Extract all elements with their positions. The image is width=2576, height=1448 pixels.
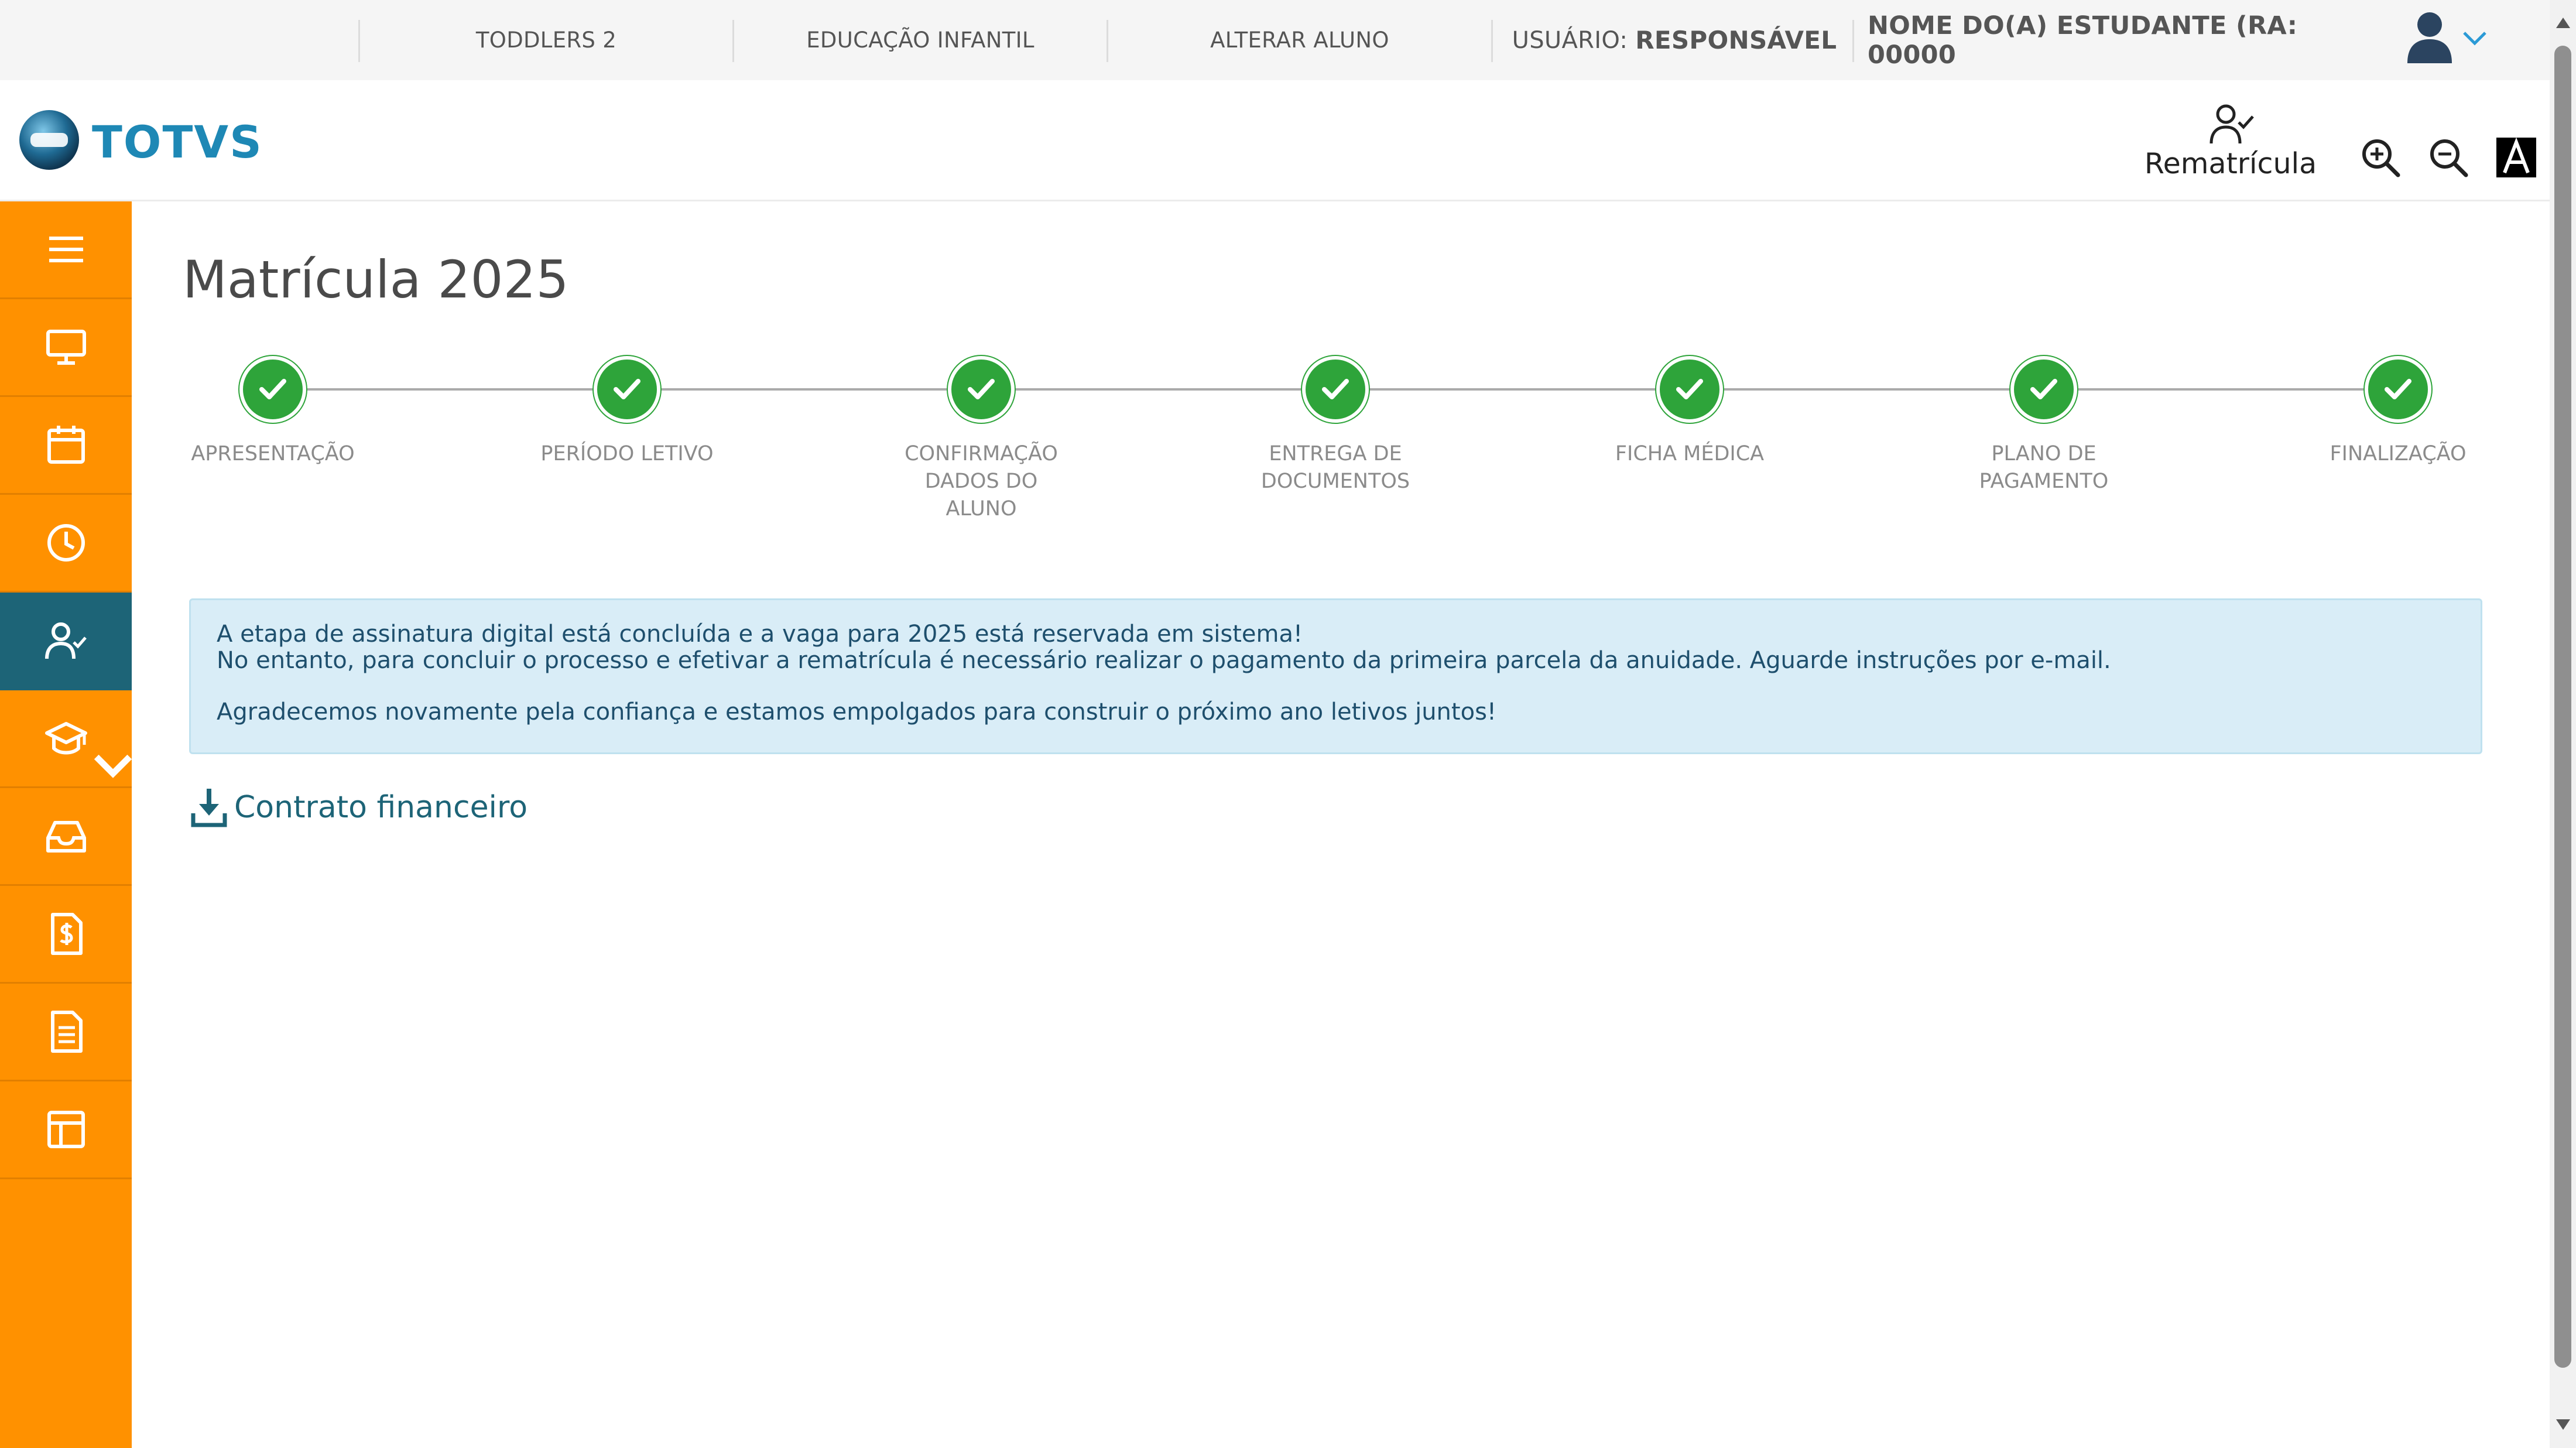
layout-icon xyxy=(47,1111,85,1148)
checkmark-icon xyxy=(259,379,286,399)
step-label: PERÍODO LETIVO xyxy=(540,442,714,465)
step-complete-indicator xyxy=(239,356,306,423)
step-label: APRESENTAÇÃO xyxy=(191,442,355,465)
zoom-out-icon[interactable] xyxy=(2427,136,2469,179)
graduation-cap-icon xyxy=(44,722,87,755)
scroll-down-icon[interactable] xyxy=(2555,1418,2571,1431)
sidebar xyxy=(0,201,132,1448)
step-6[interactable]: PLANO DE PAGAMENTO xyxy=(1938,351,2149,495)
contract-download-link[interactable]: Contrato financeiro xyxy=(191,787,527,828)
class-selector[interactable]: TODDLERS 2 xyxy=(360,0,732,80)
step-label: CONFIRMAÇÃO DADOS DO ALUNO xyxy=(905,442,1058,521)
user-info: USUÁRIO: RESPONSÁVEL xyxy=(1499,0,1850,80)
zoom-in-icon[interactable] xyxy=(2359,136,2402,179)
menu-icon xyxy=(49,237,83,262)
chevron-down-icon[interactable] xyxy=(2461,29,2488,47)
calendar-icon xyxy=(47,426,85,464)
step-label: ENTREGA DE DOCUMENTOS xyxy=(1260,442,1410,493)
step-7[interactable]: FINALIZAÇÃO xyxy=(2293,351,2503,468)
step-label: FINALIZAÇÃO xyxy=(2330,442,2467,465)
user-role: RESPONSÁVEL xyxy=(1635,26,1837,54)
sidebar-item-calendar[interactable] xyxy=(0,397,132,495)
sidebar-item-academic[interactable] xyxy=(0,690,132,788)
checkmark-icon xyxy=(2385,379,2411,399)
rematricula-label: Rematrícula xyxy=(2144,147,2317,180)
enrollment-stepper: APRESENTAÇÃO PERÍODO LETIVO CONFIRMAÇÃO DA… xyxy=(164,351,2494,527)
invoice-dollar-icon xyxy=(50,913,83,955)
sidebar-item-reports[interactable] xyxy=(0,984,132,1081)
step-complete-indicator xyxy=(2010,356,2077,423)
contrast-icon[interactable] xyxy=(2495,136,2537,179)
document-list-icon xyxy=(50,1011,83,1053)
step-5[interactable]: FICHA MÉDICA xyxy=(1584,351,1795,468)
checkmark-icon xyxy=(614,379,640,399)
step-3[interactable]: CONFIRMAÇÃO DADOS DO ALUNO xyxy=(876,351,1087,523)
header: TOTVS Rematrícula xyxy=(0,80,2550,201)
separator xyxy=(1491,20,1493,62)
rematricula-button[interactable]: Rematrícula xyxy=(2143,101,2318,183)
checkmark-icon xyxy=(1676,379,1703,399)
sidebar-item-financial[interactable] xyxy=(0,886,132,984)
step-label: FICHA MÉDICA xyxy=(1615,442,1765,465)
scrollbar[interactable] xyxy=(2550,0,2576,1448)
step-label: PLANO DE PAGAMENTO xyxy=(1979,442,2109,493)
user-check-icon xyxy=(2210,104,2254,144)
sidebar-item-schedule[interactable] xyxy=(0,495,132,593)
checkmark-icon xyxy=(2030,379,2057,399)
download-icon xyxy=(191,789,227,827)
inbox-icon xyxy=(46,821,86,853)
step-complete-indicator xyxy=(594,356,660,423)
contract-link-label: Contrato financeiro xyxy=(234,790,528,825)
totvs-logo[interactable]: TOTVS xyxy=(19,107,259,173)
page-title: Matrícula 2025 xyxy=(183,249,569,310)
monitor-icon xyxy=(46,330,86,365)
step-complete-indicator xyxy=(948,356,1015,423)
change-student-button[interactable]: ALTERAR ALUNO xyxy=(1108,0,1491,80)
user-check-icon xyxy=(44,622,87,659)
scroll-up-icon[interactable] xyxy=(2555,16,2571,29)
sidebar-item-dashboard[interactable] xyxy=(0,299,132,397)
checkmark-icon xyxy=(968,379,995,399)
step-1[interactable]: APRESENTAÇÃO xyxy=(167,351,378,468)
step-complete-indicator xyxy=(1302,356,1369,423)
sidebar-item-inbox[interactable] xyxy=(0,788,132,886)
info-line-1: A etapa de assinatura digital está concl… xyxy=(217,621,1303,648)
sidebar-item-layout[interactable] xyxy=(0,1081,132,1179)
checkmark-icon xyxy=(1322,379,1349,399)
user-prefix: USUÁRIO: xyxy=(1512,26,1628,54)
step-complete-indicator xyxy=(2365,356,2431,423)
chevron-down-icon xyxy=(94,754,132,778)
user-avatar-icon[interactable] xyxy=(2400,7,2459,66)
sidebar-item-rematricula[interactable] xyxy=(0,593,132,690)
step-complete-indicator xyxy=(1656,356,1723,423)
step-4[interactable]: ENTREGA DE DOCUMENTOS xyxy=(1230,351,1441,495)
separator xyxy=(1852,20,1854,62)
top-bar: TODDLERS 2 EDUCAÇÃO INFANTIL ALTERAR ALU… xyxy=(0,0,2550,80)
info-line-3: Agradecemos novamente pela confiança e e… xyxy=(217,699,1496,725)
step-2[interactable]: PERÍODO LETIVO xyxy=(522,351,732,468)
segment-selector[interactable]: EDUCAÇÃO INFANTIL xyxy=(734,0,1107,80)
info-line-2: No entanto, para concluir o processo e e… xyxy=(217,647,2111,674)
svg-text:TOTVS: TOTVS xyxy=(92,116,259,168)
scrollbar-thumb[interactable] xyxy=(2554,46,2571,1368)
info-alert: A etapa de assinatura digital está concl… xyxy=(189,598,2482,754)
sidebar-item-menu[interactable] xyxy=(0,201,132,299)
clock-icon xyxy=(47,524,85,562)
student-name: NOME DO(A) ESTUDANTE (RA: 00000 xyxy=(1868,11,2298,70)
